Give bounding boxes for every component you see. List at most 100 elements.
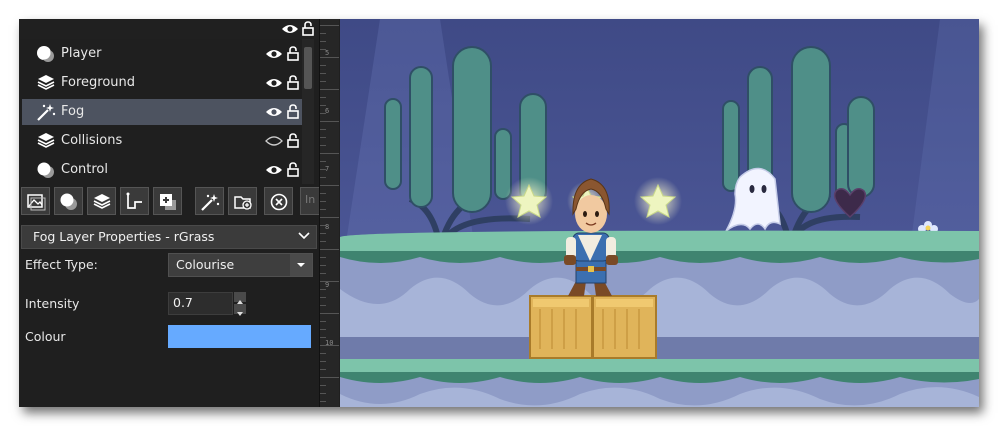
- effect-type-dropdown[interactable]: Colourise: [168, 253, 313, 277]
- effect-type-value: Colourise: [176, 257, 235, 272]
- ruler-tick: [320, 321, 326, 322]
- unlocked-icon[interactable]: [287, 104, 299, 119]
- layers-header-row: [19, 19, 319, 39]
- layer-list: Player Foreground Fog Collisions Control: [19, 39, 302, 184]
- ruler-label: 7: [325, 165, 330, 173]
- eye-icon[interactable]: [265, 106, 283, 118]
- ruler-tick: [320, 233, 326, 234]
- ruler-tick: [320, 297, 326, 298]
- ruler-tick: [320, 273, 326, 274]
- ruler-tick: [320, 145, 326, 146]
- ruler-tick: [320, 33, 326, 34]
- background-layer-icon: [27, 194, 46, 211]
- path-layer-icon: [126, 192, 142, 209]
- wooden-crate: [592, 295, 657, 359]
- unlocked-icon[interactable]: [287, 46, 299, 61]
- layer-properties-title: Fog Layer Properties - rGrass: [33, 229, 215, 244]
- tile-layer-icon: [37, 75, 55, 90]
- instance-layer-icon: [60, 193, 77, 210]
- ruler-label: 9: [325, 281, 330, 289]
- room-canvas[interactable]: [340, 19, 979, 407]
- ruler-tick: [320, 73, 326, 74]
- eye-hidden-icon[interactable]: [265, 135, 283, 147]
- ruler-tick: [320, 361, 326, 362]
- colour-label: Colour: [25, 329, 66, 344]
- ruler-tick: [320, 121, 339, 122]
- intensity-label: Intensity: [25, 296, 80, 311]
- lock-icon[interactable]: [302, 21, 314, 36]
- delete-layer-button[interactable]: [264, 187, 293, 215]
- instance-layer-icon: [37, 162, 54, 178]
- vertical-ruler: 5 6 7 8 9 10: [319, 19, 339, 407]
- asset-layer-icon: [160, 194, 176, 210]
- ruler-tick: [320, 25, 339, 26]
- ruler-label: 6: [325, 107, 330, 115]
- tile-layer-icon: [93, 194, 111, 209]
- ruler-tick: [320, 401, 326, 402]
- dropdown-arrow-icon: [297, 263, 305, 267]
- dropdown-button[interactable]: [290, 254, 312, 276]
- ruler-tick: [320, 97, 326, 98]
- colour-swatch[interactable]: [168, 325, 311, 348]
- ruler-tick: [320, 129, 326, 130]
- ruler-label: 8: [325, 223, 330, 231]
- unlocked-icon[interactable]: [287, 162, 299, 177]
- add-effect-layer-button[interactable]: [195, 187, 224, 215]
- collectible-star: [634, 177, 682, 225]
- add-tile-layer-button[interactable]: [87, 187, 116, 215]
- toolbar-overflow-button[interactable]: In: [300, 187, 319, 215]
- layer-row-player[interactable]: Player: [22, 41, 302, 67]
- chevron-down-icon: [298, 232, 310, 240]
- toolbar-overflow-label: In: [305, 193, 316, 206]
- eye-icon[interactable]: [265, 48, 283, 60]
- ruler-tick: [320, 393, 326, 394]
- intensity-decrement-button[interactable]: [234, 304, 246, 316]
- add-background-layer-button[interactable]: [21, 187, 50, 215]
- layer-row-collisions[interactable]: Collisions: [22, 128, 302, 154]
- eye-icon[interactable]: [265, 164, 283, 176]
- room-editor-window: Player Foreground Fog Collisions Control…: [19, 19, 979, 407]
- ruler-tick: [320, 177, 326, 178]
- add-asset-layer-button[interactable]: [153, 187, 182, 215]
- ruler-tick: [320, 265, 326, 266]
- ruler-tick: [320, 257, 326, 258]
- layer-name: Fog: [61, 104, 85, 119]
- add-instance-layer-button[interactable]: [54, 187, 83, 215]
- add-folder-button[interactable]: [228, 187, 257, 215]
- layer-properties-header[interactable]: Fog Layer Properties - rGrass: [21, 225, 317, 249]
- layer-name: Player: [61, 46, 102, 61]
- collectible-star: [505, 177, 553, 225]
- layer-name: Foreground: [61, 75, 136, 90]
- add-path-layer-button[interactable]: [120, 187, 149, 215]
- arrow-down-icon: [237, 312, 243, 316]
- ruler-label: 10: [325, 339, 334, 347]
- ruler-tick: [320, 353, 326, 354]
- ruler-tick: [320, 369, 326, 370]
- intensity-value: 0.7: [173, 295, 193, 310]
- ruler-tick: [320, 281, 339, 282]
- layer-name: Collisions: [61, 133, 123, 148]
- tile-layer-icon: [37, 133, 55, 148]
- intensity-increment-button[interactable]: [234, 292, 246, 304]
- layer-row-foreground[interactable]: Foreground: [22, 70, 302, 96]
- lower-platform: [340, 359, 979, 407]
- room-preview: [340, 19, 979, 407]
- scrollbar-thumb[interactable]: [304, 47, 312, 89]
- wooden-crate: [529, 295, 593, 359]
- ruler-tick: [320, 81, 326, 82]
- layers-panel: Player Foreground Fog Collisions Control…: [19, 19, 319, 407]
- layer-name: Control: [61, 162, 108, 177]
- ruler-tick: [320, 337, 326, 338]
- eye-icon[interactable]: [281, 23, 299, 35]
- unlocked-icon[interactable]: [287, 75, 299, 90]
- ruler-tick: [320, 241, 326, 242]
- layer-row-control[interactable]: Control: [22, 157, 302, 183]
- eye-icon[interactable]: [265, 77, 283, 89]
- unlocked-icon[interactable]: [287, 133, 299, 148]
- instance-layer-icon: [37, 46, 54, 62]
- layer-toolbar: In: [19, 184, 319, 218]
- intensity-input[interactable]: 0.7: [168, 292, 233, 315]
- ruler-tick: [320, 105, 326, 106]
- layer-row-fog[interactable]: Fog: [22, 99, 302, 125]
- ruler-tick: [320, 137, 326, 138]
